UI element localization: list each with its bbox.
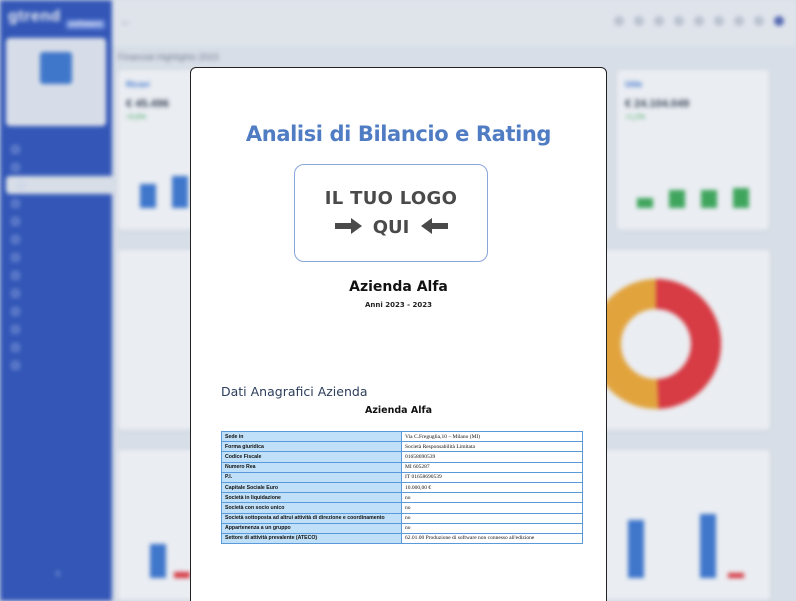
table-row: Sede in Via C.Freguglia,10 – Milano (MI)	[221, 430, 583, 443]
row-value: IT 01658690539	[401, 471, 583, 483]
row-label: Appartenenza a un gruppo	[221, 522, 402, 534]
table-row: Società sottoposta ad altrui attività di…	[221, 512, 583, 524]
row-label: Società con socio unico	[221, 502, 402, 514]
row-value: 10.000,00 €	[401, 481, 583, 494]
table-row: Forma giuridica Società Responsabilità Li…	[221, 441, 583, 453]
section-heading: Dati Anagrafici Azienda	[221, 384, 368, 399]
table-row: Società in liquidazione no	[221, 492, 583, 504]
row-value: no	[401, 512, 583, 524]
row-label: Settore di attività prevalente (ATECO)	[221, 532, 402, 545]
report-years: Anni 2023 - 2023	[365, 301, 432, 309]
row-value: no	[401, 502, 583, 514]
table-row: Numero Rea MI 605287	[221, 461, 583, 473]
row-value: Società Responsabilità Limitata	[401, 441, 583, 453]
company-name: Azienda Alfa	[349, 279, 448, 295]
row-value: no	[401, 492, 583, 504]
report-preview-modal: Analisi di Bilancio e Rating IL TUO LOGO…	[190, 67, 607, 601]
row-label: Società sottoposta ad altrui attività di…	[221, 512, 402, 524]
row-value: no	[401, 522, 583, 534]
row-label: Sede in	[221, 430, 402, 443]
table-row: Settore di attività prevalente (ATECO) 62…	[221, 532, 583, 545]
row-label: Forma giuridica	[221, 441, 402, 453]
row-label: Capitale Sociale Euro	[221, 481, 402, 494]
table-company-name: Azienda Alfa	[364, 405, 432, 416]
arrow-left-icon	[421, 218, 448, 234]
logo-text-line2: QUI	[372, 217, 410, 238]
table-row: Capitale Sociale Euro 10.000,00 €	[221, 481, 583, 494]
logo-placeholder: IL TUO LOGO QUI	[294, 164, 488, 262]
row-label: Codice Fiscale	[221, 451, 402, 463]
row-label: P.I.	[221, 471, 402, 483]
table-row: Società con socio unico no	[221, 502, 583, 514]
company-registry-table: Sede in Via C.Freguglia,10 – Milano (MI) …	[221, 430, 583, 545]
table-row: Codice Fiscale 01658690539	[221, 451, 583, 463]
report-title: Analisi di Bilancio e Rating	[245, 122, 552, 146]
row-value: Via C.Freguglia,10 – Milano (MI)	[401, 430, 583, 443]
app-window: gtrend software ‹ ← Financial Highlights…	[0, 0, 796, 601]
table-row: P.I. IT 01658690539	[221, 471, 583, 483]
row-value: 62.01.00 Produzione di software non conn…	[401, 532, 583, 545]
table-row: Appartenenza a un gruppo no	[221, 522, 583, 534]
row-value: MI 605287	[401, 461, 583, 473]
row-label: Società in liquidazione	[221, 492, 402, 504]
row-value: 01658690539	[401, 451, 583, 463]
logo-text-line1: IL TUO LOGO	[324, 188, 458, 209]
row-label: Numero Rea	[221, 461, 402, 473]
